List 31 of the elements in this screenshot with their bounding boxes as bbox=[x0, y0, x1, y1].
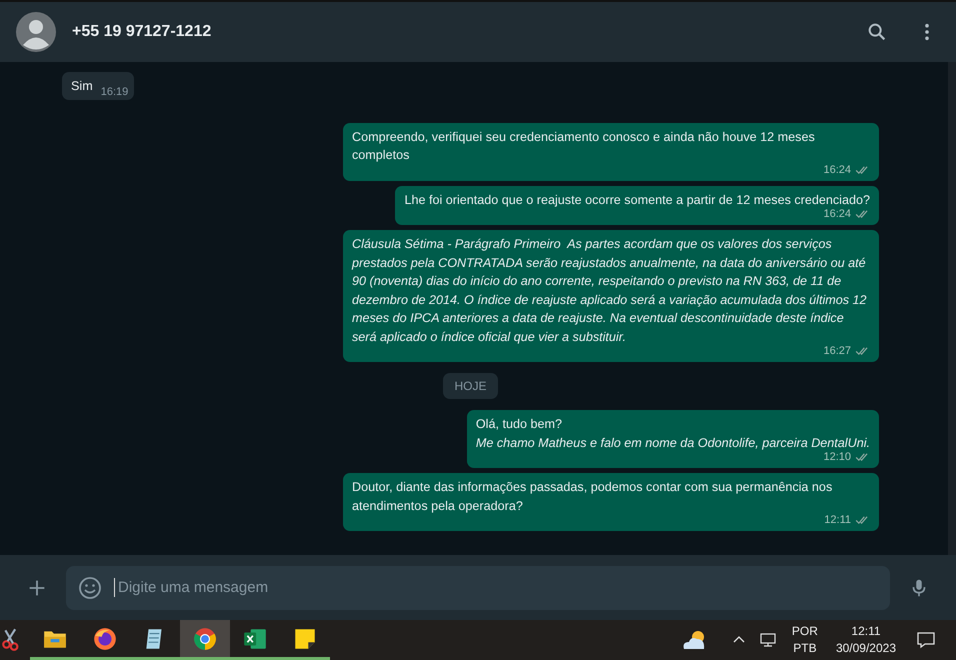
date-divider: HOJE bbox=[443, 373, 498, 399]
message-time: 12:11 bbox=[824, 513, 851, 527]
message-text: Sim bbox=[71, 78, 93, 95]
language-indicator[interactable]: POR PTB bbox=[792, 623, 818, 657]
message-time: 16:19 bbox=[100, 84, 128, 98]
contact-name[interactable]: +55 19 97127-1212 bbox=[72, 23, 212, 41]
taskbar-app[interactable] bbox=[180, 620, 230, 660]
browser-icon bbox=[192, 626, 218, 652]
double-check-icon bbox=[855, 164, 870, 174]
message-text: Lhe foi orientado que o reajuste ocorre somente a partir de 12 meses credenciado? bbox=[404, 192, 870, 209]
smiley-icon[interactable] bbox=[78, 576, 102, 600]
message-text: Compreendo, verifiquei seu credenciamento conosco e ainda não houve 12 meses completos bbox=[352, 128, 816, 164]
message-time: 12:10 bbox=[823, 450, 851, 464]
double-check-icon bbox=[855, 346, 870, 356]
clock[interactable]: 12:11 30/09/2023 bbox=[836, 623, 896, 657]
message-text: Olá, tudo bem? Me chamo Matheus e falo em nome da Odontolife, parceira DentalUni. bbox=[476, 416, 870, 452]
network-icon[interactable] bbox=[760, 632, 778, 648]
double-check-icon bbox=[855, 209, 870, 219]
message-text: Doutor, diante das informações passadas, podemos contar com sua permanência nos atendimentos pela operadora? bbox=[352, 479, 834, 515]
message-time: 16:27 bbox=[823, 344, 851, 358]
message-input[interactable]: Digite uma mensagem bbox=[66, 566, 890, 610]
message-time: 16:24 bbox=[823, 162, 851, 176]
browser-icon bbox=[92, 626, 118, 652]
avatar-icon[interactable] bbox=[16, 12, 56, 52]
notifications-icon[interactable] bbox=[916, 631, 936, 649]
message-time: 16:24 bbox=[823, 207, 851, 221]
menu-icon[interactable] bbox=[924, 23, 930, 41]
message-text: Cláusula Sétima - Parágrafo Primeiro As partes acordam que os valores dos serviços prestados pela CONTRATADA serão reajustados anualmente, na data do aniversário ou até 90 (noventa) dias do início do ano corrente, respeitando o previsto na RN 363, de 11 de dezembro de 2014. O índice de reajuste aplicado será a variação acumulada dos últimos 12 meses do IPCA anteriores a data de reajuste. Na eventual descontinuidade deste índice será aplicado o índice oficial que vier a substituir. bbox=[352, 236, 868, 346]
search-icon[interactable] bbox=[866, 21, 888, 43]
double-check-icon bbox=[855, 452, 870, 462]
double-check-icon bbox=[855, 515, 870, 525]
